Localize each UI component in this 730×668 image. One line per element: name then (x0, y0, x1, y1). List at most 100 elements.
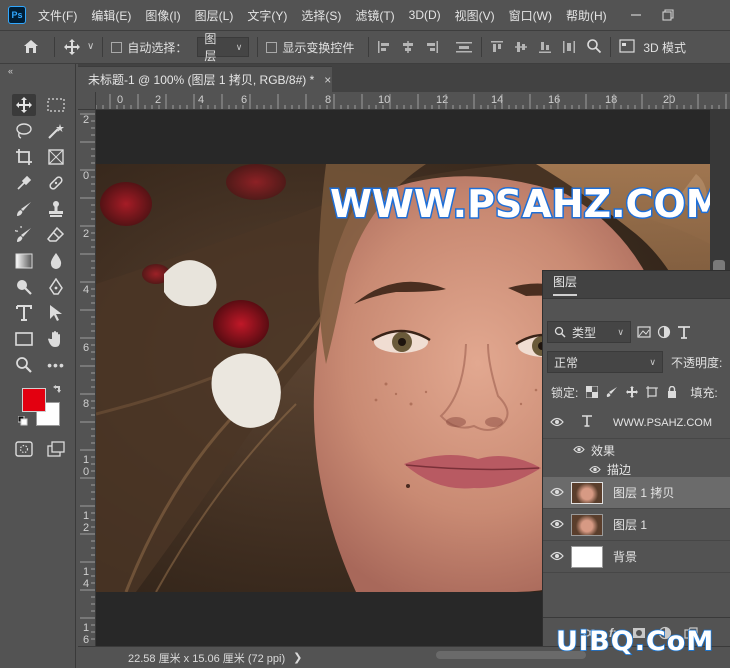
auto-select-target-dropdown[interactable]: 图层 ∨ (197, 32, 250, 63)
more-tools[interactable]: ••• (44, 354, 68, 376)
brush-tool[interactable] (12, 198, 36, 220)
layer-row-copy[interactable]: 图层 1 拷贝 (543, 477, 730, 509)
healing-brush-tool[interactable] (44, 172, 68, 194)
lock-label: 锁定: (551, 385, 579, 400)
align-right-icon[interactable] (425, 40, 439, 54)
foreground-color-swatch[interactable] (22, 388, 46, 412)
distribute-icon[interactable] (455, 40, 473, 54)
document-size-info[interactable]: 22.58 厘米 x 15.06 厘米 (72 ppi) (128, 650, 285, 666)
workspace-icon (619, 38, 635, 53)
layer-row-text[interactable]: WWW.PSAHZ.COM (543, 407, 730, 439)
blend-opacity-row: 正常 ∨ 不透明度: (543, 351, 730, 373)
dodge-tool[interactable] (12, 276, 36, 298)
visibility-eye-icon[interactable] (543, 518, 571, 532)
frame-icon (48, 149, 64, 165)
chevron-down-icon: ∨ (235, 41, 243, 52)
align-vertical-controls (490, 40, 576, 54)
3d-mode-label[interactable]: 3D 模式 (643, 39, 686, 56)
lock-all-icon[interactable] (666, 386, 678, 398)
visibility-eye-icon[interactable] (543, 486, 571, 500)
align-top-icon[interactable] (490, 40, 504, 54)
type-tool[interactable] (12, 302, 36, 324)
clone-stamp-tool[interactable] (44, 198, 68, 220)
move-tool[interactable] (12, 94, 36, 116)
pen-tool[interactable] (44, 276, 68, 298)
align-bottom-icon[interactable] (538, 40, 552, 54)
align-vcenter-icon[interactable] (514, 40, 528, 54)
screen-mode-button[interactable] (44, 438, 68, 460)
chevron-down-icon: ∨ (617, 326, 624, 337)
lock-transparent-icon[interactable] (586, 386, 599, 398)
path-selection-tool[interactable] (44, 302, 68, 324)
menu-select[interactable]: 选择(S) (301, 7, 341, 24)
status-menu-arrow[interactable]: ❯ (293, 651, 302, 664)
search-icon (554, 326, 566, 338)
visibility-eye-icon[interactable] (543, 463, 607, 477)
menu-3d[interactable]: 3D(D) (409, 8, 441, 22)
ruler-origin[interactable] (78, 92, 96, 110)
menu-image[interactable]: 图像(I) (145, 7, 180, 24)
filter-adjustment-icon[interactable] (657, 325, 671, 339)
lock-pixels-icon[interactable] (606, 386, 618, 398)
rectangle-icon (15, 332, 33, 346)
show-transform-checkbox[interactable] (266, 41, 278, 53)
layers-panel: 图层 类型 ∨ 正常 ∨ 不透明度: 锁定: 填充: WWW.PSAHZ.COM… (542, 270, 730, 647)
lock-artboard-icon[interactable] (646, 386, 659, 398)
minimize-button[interactable] (620, 0, 652, 30)
marquee-tool[interactable] (44, 94, 68, 116)
lasso-tool[interactable] (12, 120, 36, 142)
zoom-tool[interactable] (12, 354, 36, 376)
gradient-tool[interactable] (12, 250, 36, 272)
crop-tool[interactable] (12, 146, 36, 168)
menu-window[interactable]: 窗口(W) (509, 7, 552, 24)
menu-layer[interactable]: 图层(L) (195, 7, 234, 24)
document-tab[interactable]: 未标题-1 @ 100% (图层 1 拷贝, RGB/8#) * × (78, 66, 332, 92)
blend-mode-dropdown[interactable]: 正常 ∨ (547, 351, 663, 373)
frame-tool[interactable] (44, 146, 68, 168)
layer-filter-row: 类型 ∨ (543, 321, 730, 343)
blur-tool[interactable] (44, 250, 68, 272)
layer-row-background[interactable]: 背景 (543, 541, 730, 573)
menu-type[interactable]: 文字(Y) (247, 7, 287, 24)
auto-select-checkbox[interactable] (111, 41, 123, 53)
lock-position-icon[interactable] (626, 386, 639, 398)
hand-tool[interactable] (44, 328, 68, 350)
align-hcenter-icon[interactable] (401, 40, 415, 54)
collapse-panel-icon[interactable]: « (8, 66, 13, 76)
brush-icon (17, 202, 31, 216)
align-left-icon[interactable] (377, 40, 391, 54)
swap-colors-icon[interactable] (52, 384, 62, 394)
layer-filter-dropdown[interactable]: 类型 ∨ (547, 321, 631, 343)
restore-button[interactable] (652, 0, 684, 30)
menu-edit[interactable]: 编辑(E) (91, 7, 131, 24)
distribute-vertical-icon[interactable] (562, 40, 576, 54)
photoshop-logo[interactable]: Ps (8, 6, 26, 24)
eyedropper-tool[interactable] (12, 172, 36, 194)
magic-wand-tool[interactable] (44, 120, 68, 142)
visibility-eye-icon[interactable] (543, 416, 571, 430)
home-button[interactable] (22, 38, 40, 57)
move-tool-preset[interactable]: ∨ (63, 38, 94, 56)
menu-file[interactable]: 文件(F) (38, 7, 77, 24)
menu-filter[interactable]: 滤镜(T) (355, 7, 394, 24)
filter-type-icon[interactable] (677, 325, 691, 339)
horizontal-ruler[interactable]: 2 0 2 4 6 8 10 12 14 16 18 20 (78, 92, 730, 110)
quick-mask-button[interactable] (12, 438, 36, 460)
default-colors-icon[interactable] (18, 416, 28, 426)
vertical-ruler[interactable]: 2 0 2 4 6 8 1 0 1 2 1 4 1 6 (78, 110, 96, 646)
layer-row-1[interactable]: 图层 1 (543, 509, 730, 541)
workspace-button[interactable] (619, 38, 635, 56)
menu-help[interactable]: 帮助(H) (566, 7, 607, 24)
search-button[interactable] (586, 38, 602, 57)
chevron-down-icon: ∨ (87, 41, 95, 52)
layers-tab[interactable]: 图层 (553, 273, 578, 296)
filter-pixel-icon[interactable] (637, 326, 651, 338)
visibility-eye-icon[interactable] (543, 443, 591, 457)
visibility-eye-icon[interactable] (543, 550, 571, 564)
history-brush-tool[interactable] (12, 224, 36, 246)
rectangle-tool[interactable] (12, 328, 36, 350)
layer-effects-row[interactable]: 效果 (543, 439, 730, 461)
close-icon[interactable]: × (324, 73, 331, 87)
menu-view[interactable]: 视图(V) (455, 7, 495, 24)
eraser-tool[interactable] (44, 224, 68, 246)
